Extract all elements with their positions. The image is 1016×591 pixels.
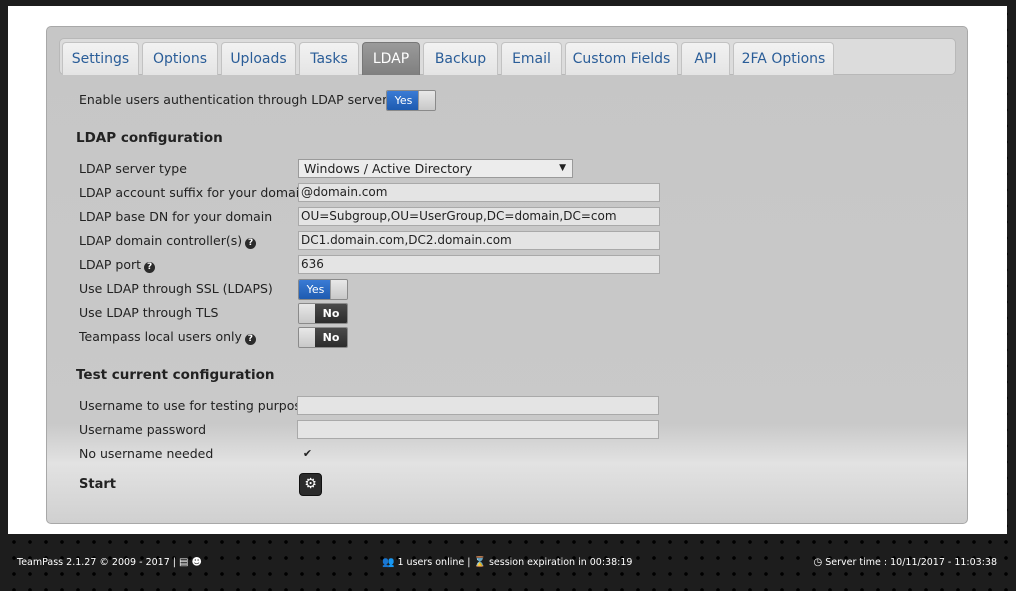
base-dn-label: LDAP base DN for your domain xyxy=(79,209,273,224)
footer-time-block: ◷ Server time : 10/11/2017 - 11:03:38 xyxy=(813,557,997,568)
server-type-select[interactable]: Windows / Active Directory ▼ xyxy=(298,159,573,178)
toggle-no-label: No xyxy=(315,328,347,347)
tab-tasks[interactable]: Tasks xyxy=(299,42,359,75)
test-username-input[interactable] xyxy=(297,396,659,415)
ldap-config-heading: LDAP configuration xyxy=(76,130,223,146)
toggle-no-label: No xyxy=(315,304,347,323)
test-password-input[interactable] xyxy=(297,420,659,439)
account-suffix-label: LDAP account suffix for your domain xyxy=(79,185,308,200)
footer-session: session expiration in 00:38:19 xyxy=(488,557,633,568)
tab-ldap[interactable]: LDAP xyxy=(362,42,420,75)
tab-settings[interactable]: Settings xyxy=(62,42,139,75)
tab-uploads[interactable]: Uploads xyxy=(221,42,296,75)
dropdown-caret-icon: ▼ xyxy=(559,163,566,173)
domain-controllers-input[interactable]: DC1.domain.com,DC2.domain.com xyxy=(298,231,660,250)
book-icon[interactable]: ▤ xyxy=(179,557,188,568)
tls-label: Use LDAP through TLS xyxy=(79,305,219,320)
server-type-value: Windows / Active Directory xyxy=(304,161,473,176)
toggle-yes-label: Yes xyxy=(299,280,332,299)
enable-ldap-row: Enable users authentication through LDAP… xyxy=(79,92,402,108)
hourglass-icon: ⌛ xyxy=(473,557,486,568)
question-circle-icon[interactable]: ? xyxy=(244,334,256,345)
footer-server-time: Server time : 10/11/2017 - 11:03:38 xyxy=(825,557,997,568)
question-circle-icon[interactable]: ? xyxy=(245,238,257,249)
footer-separator: | xyxy=(172,557,176,568)
question-circle-icon[interactable]: ? xyxy=(144,262,156,273)
start-test-button[interactable]: ⚙ xyxy=(299,473,322,496)
tls-toggle[interactable]: No xyxy=(298,303,348,324)
users-icon: 👥 xyxy=(382,557,395,568)
base-dn-input[interactable]: OU=Subgroup,OU=UserGroup,DC=domain,DC=co… xyxy=(298,207,660,226)
tab-custom-fields[interactable]: Custom Fields xyxy=(565,42,678,75)
footer-version: TeamPass 2.1.27 xyxy=(17,557,97,568)
no-username-checkbox[interactable]: ✔ xyxy=(301,447,314,460)
footer: TeamPass 2.1.27 © 2009 - 2017 | ▤ ☻ 👥 1 … xyxy=(8,545,1007,581)
toggle-yes-label: Yes xyxy=(387,91,420,110)
ssl-toggle[interactable]: Yes xyxy=(298,279,348,300)
server-type-label: LDAP server type xyxy=(79,161,187,176)
test-password-label: Username password xyxy=(79,422,207,437)
cogs-icon: ⚙ xyxy=(304,476,317,492)
port-input[interactable]: 636 xyxy=(298,255,660,274)
clock-icon: ◷ xyxy=(813,557,823,568)
tab-2fa-options[interactable]: 2FA Options xyxy=(733,42,834,75)
toggle-knob xyxy=(418,91,435,110)
ssl-label: Use LDAP through SSL (LDAPS) xyxy=(79,281,273,296)
no-username-label: No username needed xyxy=(79,446,214,461)
toggle-knob xyxy=(330,280,347,299)
local-only-toggle[interactable]: No xyxy=(298,327,348,348)
footer-status-block: 👥 1 users online | ⌛ session expiration … xyxy=(382,557,632,568)
footer-copyright: © 2009 - 2017 xyxy=(99,557,170,568)
port-row: LDAP port? xyxy=(79,257,156,273)
toggle-knob xyxy=(299,328,316,347)
test-config-heading: Test current configuration xyxy=(76,367,275,383)
domain-controllers-row: LDAP domain controller(s)? xyxy=(79,233,257,249)
account-suffix-input[interactable]: @domain.com xyxy=(298,183,660,202)
local-only-label: Teampass local users only xyxy=(79,329,242,344)
reddit-icon[interactable]: ☻ xyxy=(192,557,202,568)
tab-email[interactable]: Email xyxy=(501,42,562,75)
footer-users-online: 1 users online xyxy=(397,557,465,568)
enable-ldap-label: Enable users authentication through LDAP… xyxy=(79,92,388,107)
footer-separator-2: | xyxy=(467,557,471,568)
footer-version-block: TeamPass 2.1.27 © 2009 - 2017 | ▤ ☻ xyxy=(17,557,202,568)
start-label: Start xyxy=(79,477,116,492)
admin-panel: Settings Options Uploads Tasks LDAP Back… xyxy=(46,26,968,524)
test-username-label: Username to use for testing purpose xyxy=(79,398,309,413)
domain-controllers-label: LDAP domain controller(s) xyxy=(79,233,243,248)
tab-api[interactable]: API xyxy=(681,42,730,75)
local-only-row: Teampass local users only? xyxy=(79,329,256,345)
port-label: LDAP port xyxy=(79,257,142,272)
page: Settings Options Uploads Tasks LDAP Back… xyxy=(8,6,1007,534)
tab-options[interactable]: Options xyxy=(142,42,218,75)
tab-bar: Settings Options Uploads Tasks LDAP Back… xyxy=(59,38,956,75)
tab-backup[interactable]: Backup xyxy=(423,42,498,75)
check-icon: ✔ xyxy=(302,447,313,460)
toggle-knob xyxy=(299,304,316,323)
enable-ldap-toggle[interactable]: Yes xyxy=(386,90,436,111)
